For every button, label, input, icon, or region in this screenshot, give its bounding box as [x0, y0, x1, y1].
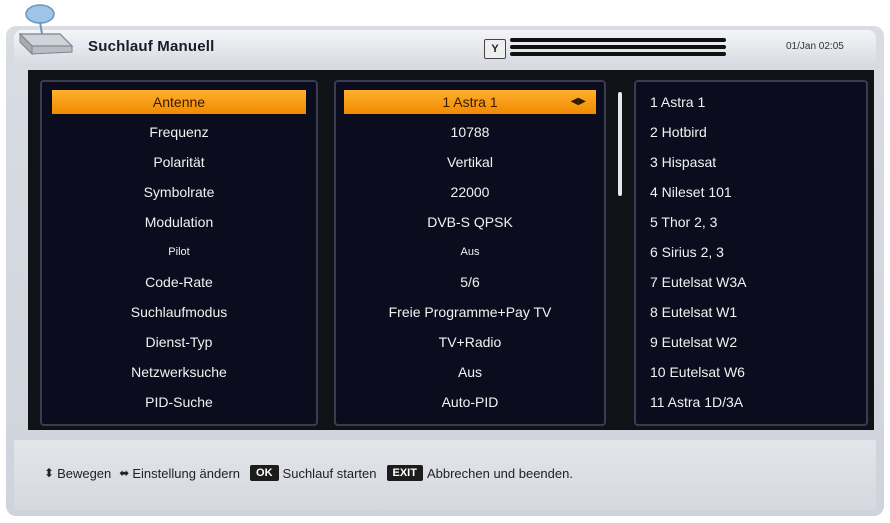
setting-label[interactable]: Symbolrate — [52, 180, 306, 204]
satellite-item-text: 10 Eutelsat W6 — [650, 364, 745, 380]
setting-label[interactable]: Polarität — [52, 150, 306, 174]
satellite-item-text: 8 Eutelsat W1 — [650, 304, 738, 320]
setting-value-text: Vertikal — [447, 154, 493, 170]
satellite-item-text: 5 Thor 2, 3 — [650, 214, 718, 230]
setting-value[interactable]: Auto-PID — [344, 390, 596, 414]
setting-value[interactable]: 5/6 — [344, 270, 596, 294]
setting-value-text: 22000 — [450, 184, 490, 200]
satellite-item[interactable]: 5 Thor 2, 3 — [650, 210, 860, 234]
setting-value[interactable]: Aus — [344, 240, 596, 264]
date-time: 01/Jan 02:05 — [786, 41, 844, 52]
setting-value-text: Aus — [457, 364, 483, 380]
setting-value[interactable]: Aus — [344, 360, 596, 384]
setting-value-text: TV+Radio — [438, 334, 502, 350]
setting-label-text: Suchlaufmodus — [130, 304, 228, 320]
satellite-item[interactable]: 4 Nileset 101 — [650, 180, 860, 204]
setting-value-text: Auto-PID — [441, 394, 499, 410]
setting-label[interactable]: Code-Rate — [52, 270, 306, 294]
setting-value-text: 1 Astra 1 — [442, 94, 498, 110]
hint-move: Bewegen — [57, 465, 112, 481]
setting-label-text: Pilot — [168, 246, 190, 258]
hint-exit: Abbrechen und beenden. — [426, 465, 573, 481]
satellite-list-scrollbar[interactable] — [618, 92, 622, 196]
signal-icon: Y — [484, 39, 506, 59]
satellite-item[interactable]: 11 Astra 1D/3A — [650, 390, 860, 414]
satellite-item-text: 1 Astra 1 — [650, 94, 706, 110]
setting-value-text: 5/6 — [460, 274, 480, 290]
setting-value-text: Freie Programme+Pay TV — [388, 304, 552, 320]
setting-label-text: Polarität — [153, 154, 205, 170]
satellite-dish-icon — [18, 4, 74, 56]
setting-value-text: Aus — [460, 246, 480, 258]
up-down-arrow-icon: ⬍ — [44, 466, 55, 480]
setting-label-text: Code-Rate — [145, 274, 213, 290]
satellite-item[interactable]: 7 Eutelsat W3A — [650, 270, 860, 294]
setting-label[interactable]: Dienst-Typ — [52, 330, 306, 354]
page-title: Suchlauf Manuell — [88, 38, 215, 55]
signal-strength-bars — [510, 38, 726, 60]
satellite-item-text: 9 Eutelsat W2 — [650, 334, 738, 350]
setting-value[interactable]: 22000 — [344, 180, 596, 204]
setting-label-text: Frequenz — [149, 124, 209, 140]
setting-label[interactable]: Netzwerksuche — [52, 360, 306, 384]
setting-label[interactable]: Pilot — [52, 240, 306, 264]
setting-label-text: Antenne — [152, 94, 206, 110]
left-right-arrow-icon[interactable]: ◀▶ — [571, 90, 586, 114]
setting-value[interactable]: 1 Astra 1 ◀▶ — [344, 90, 596, 114]
setting-value[interactable]: Freie Programme+Pay TV — [344, 300, 596, 324]
satellite-item[interactable]: 2 Hotbird — [650, 120, 860, 144]
setting-value[interactable]: 10788 — [344, 120, 596, 144]
setting-label-text: Netzwerksuche — [131, 364, 227, 380]
satellite-item[interactable]: 1 Astra 1 — [650, 90, 860, 114]
satellite-item[interactable]: 6 Sirius 2, 3 — [650, 240, 860, 264]
satellite-item-text: 4 Nileset 101 — [650, 184, 732, 200]
setting-label-text: Modulation — [144, 214, 214, 230]
satellite-item[interactable]: 10 Eutelsat W6 — [650, 360, 860, 384]
ok-key: OK — [250, 465, 279, 481]
satellite-item-text: 11 Astra 1D/3A — [650, 394, 744, 410]
satellite-item[interactable]: 9 Eutelsat W2 — [650, 330, 860, 354]
setting-value[interactable]: DVB-S QPSK — [344, 210, 596, 234]
left-right-arrow-icon: ⬌ — [119, 466, 130, 480]
setting-label[interactable]: Antenne — [52, 90, 306, 114]
exit-key: EXIT — [386, 465, 423, 481]
setting-label-text: Dienst-Typ — [145, 334, 213, 350]
satellite-list-panel: 1 Astra 1 2 Hotbird 3 Hispasat 4 Nileset 10… — [634, 80, 868, 426]
setting-label[interactable]: Frequenz — [52, 120, 306, 144]
hint-change: Einstellung ändern — [132, 465, 241, 481]
setting-label[interactable]: PID-Suche — [52, 390, 306, 414]
satellite-item-text: 7 Eutelsat W3A — [650, 274, 747, 290]
setting-label[interactable]: Suchlaufmodus — [52, 300, 306, 324]
setting-value-text: 10788 — [450, 124, 490, 140]
settings-label-panel: Antenne Frequenz Polarität Symbolrate Modula… — [40, 80, 318, 426]
satellite-item[interactable]: 8 Eutelsat W1 — [650, 300, 860, 324]
setting-value[interactable]: TV+Radio — [344, 330, 596, 354]
settings-value-panel: 1 Astra 1 ◀▶ 10788 Vertikal 22000 DVB-S QPSK A… — [334, 80, 606, 426]
setting-value-text: DVB-S QPSK — [427, 214, 513, 230]
setting-label-text: PID-Suche — [145, 394, 213, 410]
satellite-item-text: 6 Sirius 2, 3 — [650, 244, 724, 260]
satellite-item-text: 3 Hispasat — [650, 154, 717, 170]
help-hints: ⬍ Bewegen ⬌ Einstellung ändern OK Suchla… — [44, 465, 573, 481]
setting-label-text: Symbolrate — [143, 184, 215, 200]
satellite-item[interactable]: 3 Hispasat — [650, 150, 860, 174]
setting-label[interactable]: Modulation — [52, 210, 306, 234]
hint-ok: Suchlauf starten — [282, 465, 377, 481]
setting-value[interactable]: Vertikal — [344, 150, 596, 174]
satellite-item-text: 2 Hotbird — [650, 124, 707, 140]
